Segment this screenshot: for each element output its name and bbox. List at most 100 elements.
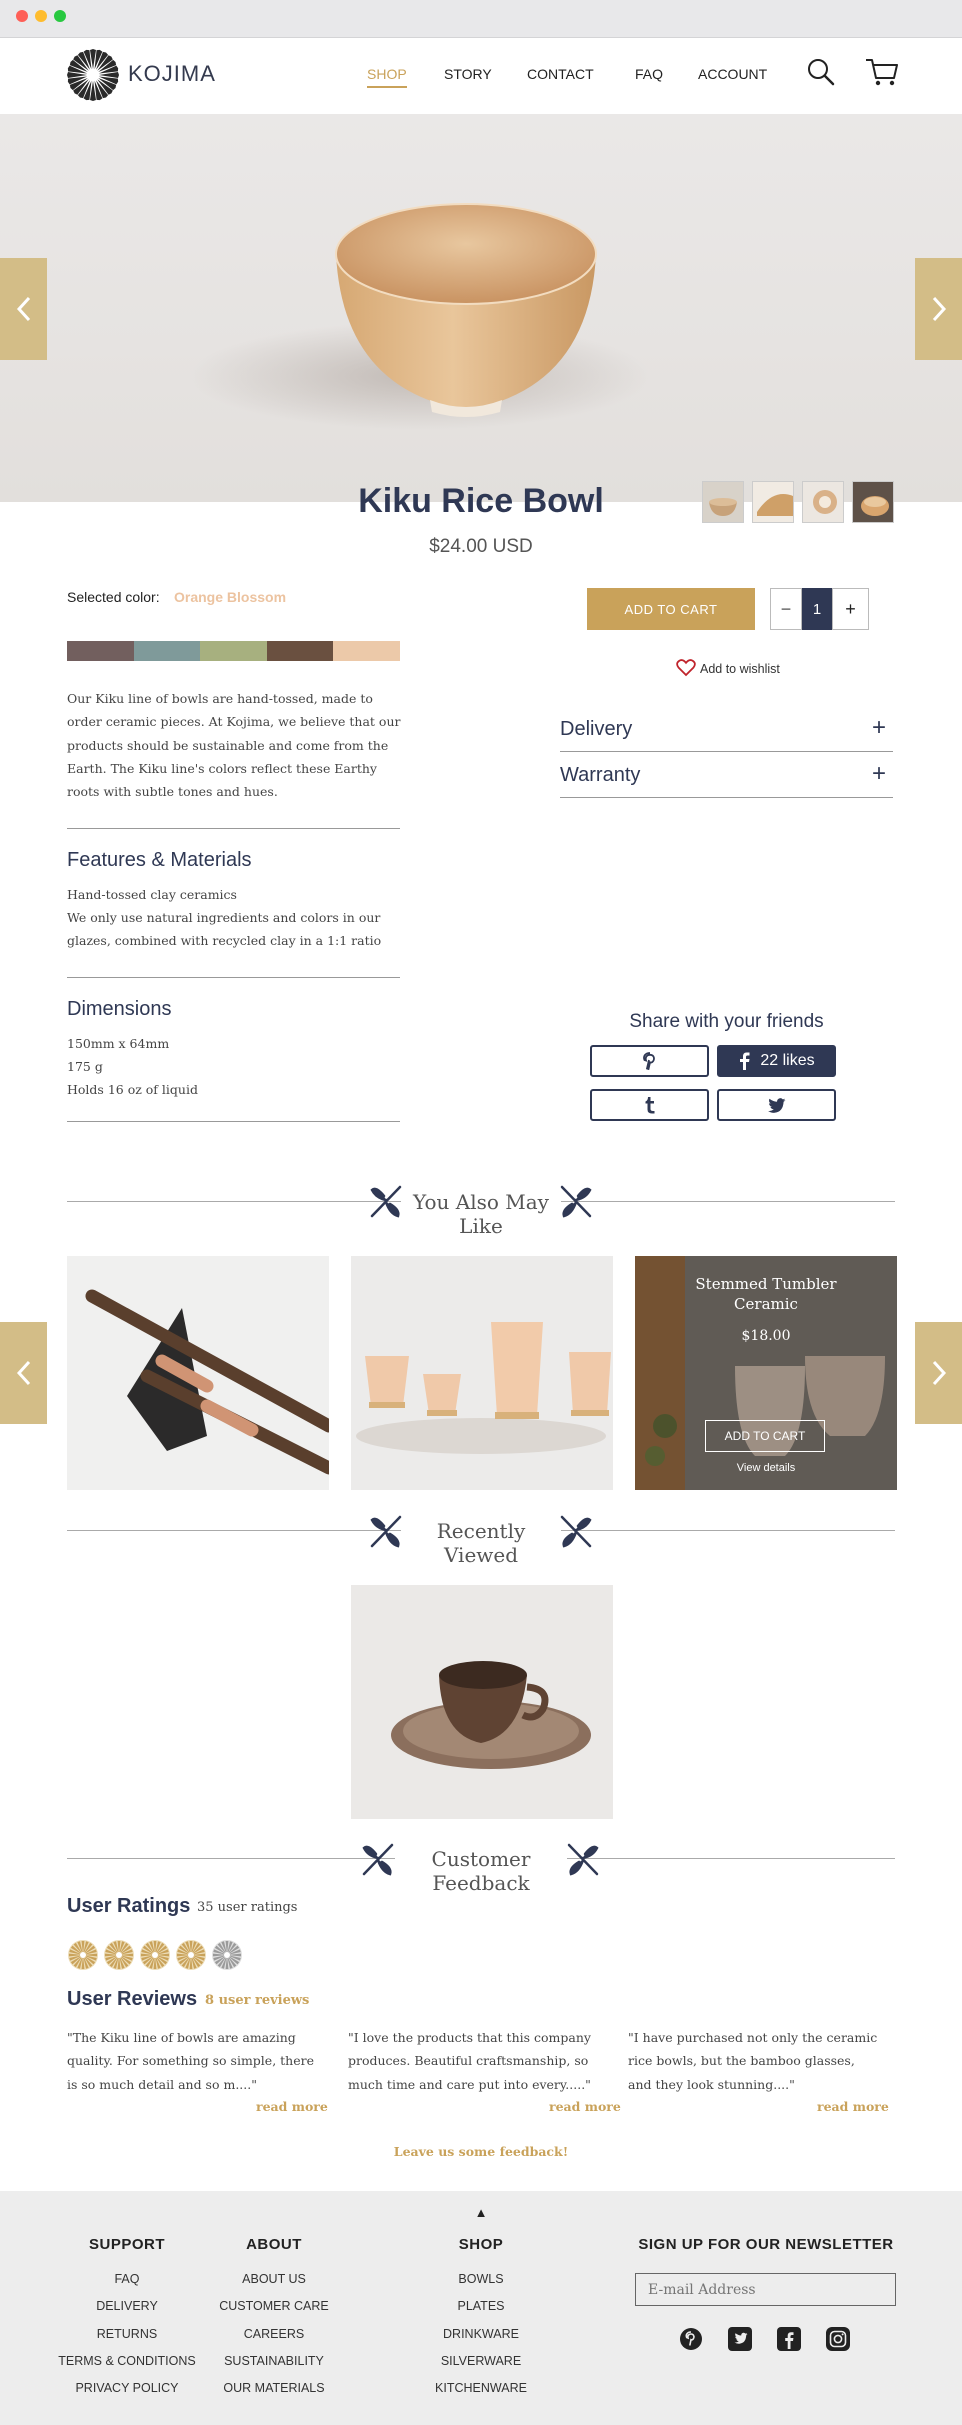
hover-card-add-to-cart-button[interactable]: ADD TO CART — [705, 1420, 825, 1452]
pinterest-icon[interactable] — [679, 2327, 703, 2351]
divider — [67, 828, 400, 829]
twitter-icon — [767, 1097, 785, 1113]
facebook-icon[interactable] — [777, 2327, 801, 2351]
rating-star-filled-icon — [104, 1940, 134, 1970]
review-text-3: "I have purchased not only the ceramic r… — [628, 2030, 878, 2092]
quantity-decrease-button[interactable]: − — [770, 588, 802, 630]
share-twitter-button[interactable] — [717, 1089, 836, 1121]
hover-card-price: $18.00 — [741, 1328, 791, 1344]
customer-feedback-title: Customer Feedback — [395, 1847, 567, 1895]
color-label: Selected color: — [67, 589, 160, 605]
footer-link[interactable]: PLATES — [381, 2293, 581, 2320]
footer-link[interactable]: SILVERWARE — [381, 2348, 581, 2375]
heart-icon[interactable] — [676, 659, 696, 677]
add-to-cart-button[interactable]: ADD TO CART — [587, 588, 755, 630]
footer-link[interactable]: CAREERS — [174, 2321, 374, 2348]
product-title: Kiku Rice Bowl — [358, 482, 604, 520]
dragonfly-icon — [362, 1843, 394, 1876]
nav-account[interactable]: ACCOUNT — [698, 66, 767, 82]
instagram-icon[interactable] — [826, 2327, 850, 2351]
footer-link[interactable]: CUSTOMER CARE — [174, 2293, 374, 2320]
maximize-window-button[interactable] — [54, 10, 66, 22]
footer-link[interactable]: DRINKWARE — [381, 2321, 581, 2348]
brand-name[interactable]: KOJIMA — [128, 61, 216, 87]
features-line-2: We only use natural ingredients and colo… — [67, 910, 382, 949]
features-title: Features & Materials — [67, 849, 252, 871]
chevron-left-icon — [16, 1360, 30, 1386]
also-like-title: You Also May Like — [401, 1190, 561, 1238]
nav-shop[interactable]: SHOP — [367, 66, 407, 88]
read-more-link-1[interactable]: read more — [256, 2099, 328, 2114]
twitter-icon[interactable] — [728, 2327, 752, 2351]
quantity-input[interactable]: 1 — [802, 588, 832, 630]
color-swatch-3[interactable] — [200, 641, 268, 661]
quantity-increase-button[interactable]: + — [832, 588, 869, 630]
footer-link[interactable]: BOWLS — [381, 2266, 581, 2293]
features-line-1: Hand-tossed clay ceramics — [67, 887, 237, 902]
chevron-right-icon — [932, 296, 946, 322]
cart-icon[interactable] — [864, 56, 900, 88]
dimensions-title: Dimensions — [67, 998, 172, 1020]
product-card-chopsticks[interactable] — [67, 1256, 329, 1490]
share-tumblr-button[interactable] — [590, 1089, 709, 1121]
footer-link[interactable]: ABOUT US — [174, 2266, 374, 2293]
leave-feedback-link[interactable]: Leave us some feedback! — [0, 2144, 962, 2159]
minimize-window-button[interactable] — [35, 10, 47, 22]
recently-viewed-title: Recently Viewed — [401, 1519, 561, 1567]
hero-next-button[interactable] — [915, 258, 962, 360]
accordion-delivery[interactable]: Delivery — [560, 718, 632, 741]
product-price: $24.00 USD — [429, 536, 533, 557]
back-to-top-icon[interactable]: ▲ — [0, 2205, 962, 2220]
product-card-stemmed-tumbler[interactable]: Stemmed Tumbler Ceramic $18.00 ADD TO CA… — [635, 1256, 897, 1490]
nav-faq[interactable]: FAQ — [635, 66, 663, 82]
hover-card-view-details-link[interactable]: View details — [635, 1462, 897, 1474]
footer-link[interactable]: SUSTAINABILITY — [174, 2348, 374, 2375]
share-title: Share with your friends — [629, 1011, 824, 1032]
review-text-1: "The Kiku line of bowls are amazing qual… — [67, 2030, 314, 2092]
color-swatch-5[interactable] — [333, 641, 401, 661]
dragonfly-icon — [560, 1515, 592, 1548]
close-window-button[interactable] — [16, 10, 28, 22]
facebook-icon — [740, 1052, 750, 1070]
footer-link[interactable]: OUR MATERIALS — [174, 2375, 374, 2402]
chevron-left-icon — [16, 296, 30, 322]
newsletter-title: SIGN UP FOR OUR NEWSLETTER — [638, 2236, 894, 2253]
review-text-2: "I love the products that this company p… — [348, 2030, 591, 2092]
color-swatch-4[interactable] — [266, 641, 334, 661]
share-pinterest-button[interactable] — [590, 1045, 709, 1077]
dragonfly-icon — [567, 1843, 599, 1876]
color-swatch-1[interactable] — [67, 641, 134, 661]
divider — [560, 797, 893, 798]
browser-chrome — [0, 0, 962, 38]
user-reviews-title: User Reviews — [67, 1988, 198, 2010]
divider — [560, 751, 893, 752]
carousel-next-button[interactable] — [915, 1322, 962, 1424]
color-swatch-2[interactable] — [133, 641, 201, 661]
product-hero-image — [0, 114, 962, 502]
user-reviews-count: 8 user reviews — [205, 1993, 310, 2008]
footer-heading-about: ABOUT — [246, 2236, 302, 2253]
dimensions-line-3: Holds 16 oz of liquid — [67, 1082, 198, 1097]
footer-link[interactable]: KITCHENWARE — [381, 2375, 581, 2402]
dragonfly-icon — [560, 1185, 592, 1218]
user-ratings-count: 35 user ratings — [197, 1900, 298, 1915]
user-ratings-title: User Ratings — [67, 1895, 191, 1917]
accordion-warranty-toggle[interactable]: + — [872, 760, 886, 788]
read-more-link-2[interactable]: read more — [549, 2099, 621, 2114]
accordion-warranty[interactable]: Warranty — [560, 764, 640, 787]
add-to-wishlist-link[interactable]: Add to wishlist — [700, 662, 780, 676]
hero-prev-button[interactable] — [0, 258, 47, 360]
search-icon[interactable] — [805, 56, 837, 88]
logo-icon[interactable] — [66, 48, 120, 102]
recent-product-card-cup[interactable] — [351, 1585, 613, 1819]
nav-contact[interactable]: CONTACT — [527, 66, 594, 82]
nav-story[interactable]: STORY — [444, 66, 492, 82]
read-more-link-3[interactable]: read more — [817, 2099, 889, 2114]
product-card-cups[interactable] — [351, 1256, 613, 1490]
dragonfly-icon — [370, 1515, 402, 1548]
share-facebook-button[interactable]: 22 likes — [717, 1045, 836, 1077]
accordion-delivery-toggle[interactable]: + — [872, 714, 886, 742]
pinterest-icon — [642, 1052, 655, 1070]
newsletter-email-input[interactable] — [635, 2273, 896, 2306]
carousel-prev-button[interactable] — [0, 1322, 47, 1424]
